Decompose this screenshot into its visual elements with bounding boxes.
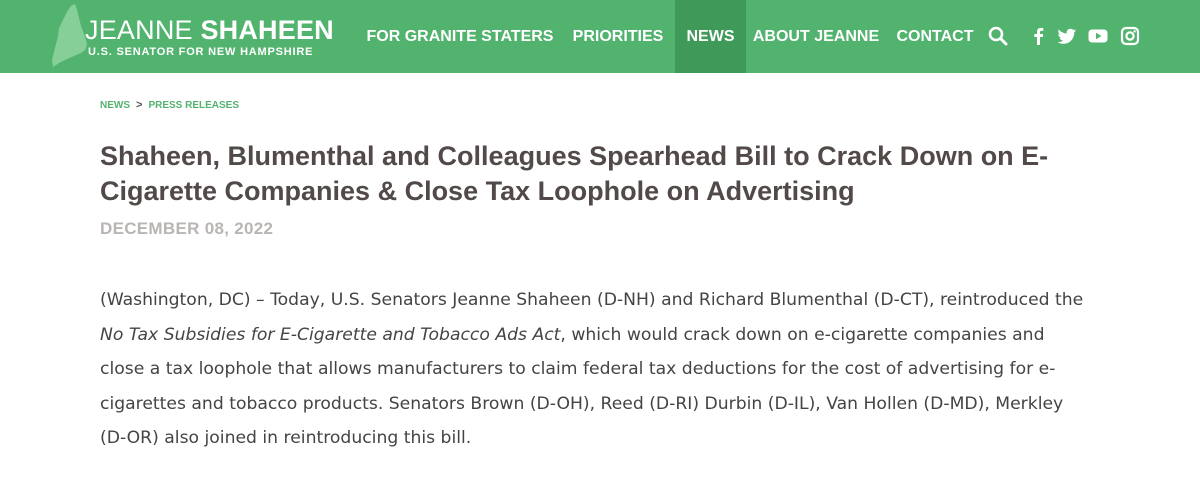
youtube-icon[interactable] bbox=[1088, 26, 1108, 46]
nav-item-about-jeanne[interactable]: ABOUT JEANNE bbox=[748, 0, 884, 73]
article-date: DECEMBER 08, 2022 bbox=[100, 219, 274, 238]
site-name: JEANNE SHAHEEN bbox=[85, 16, 334, 44]
new-hampshire-state-icon bbox=[52, 4, 87, 67]
twitter-icon[interactable] bbox=[1057, 26, 1077, 46]
breadcrumb-link-news[interactable]: NEWS bbox=[100, 100, 130, 111]
article-title: Shaheen, Blumenthal and Colleagues Spear… bbox=[100, 141, 1049, 206]
instagram-icon[interactable] bbox=[1120, 26, 1140, 46]
site-subtitle: U.S. SENATOR FOR NEW HAMPSHIRE bbox=[88, 46, 314, 58]
breadcrumb-separator: > bbox=[136, 99, 143, 111]
breadcrumb-link-press-releases[interactable]: PRESS RELEASES bbox=[148, 100, 239, 111]
site-name-first: JEANNE bbox=[85, 15, 193, 45]
site-header: JEANNE SHAHEEN U.S. SENATOR FOR NEW HAMP… bbox=[0, 0, 1200, 73]
site-logo[interactable]: JEANNE SHAHEEN U.S. SENATOR FOR NEW HAMP… bbox=[50, 4, 334, 70]
article-body-part1: (Washington, DC) – Today, U.S. Senators … bbox=[100, 290, 1084, 310]
nav-item-priorities[interactable]: PRIORITIES bbox=[564, 0, 672, 73]
nav-item-news[interactable]: NEWS bbox=[675, 0, 746, 73]
facebook-icon[interactable] bbox=[1029, 26, 1049, 46]
article-body: (Washington, DC) – Today, U.S. Senators … bbox=[100, 283, 1090, 456]
breadcrumb: NEWS > PRESS RELEASES bbox=[100, 99, 239, 115]
site-name-last: SHAHEEN bbox=[200, 15, 334, 45]
search-icon[interactable] bbox=[988, 26, 1008, 46]
article-body-bill-name: No Tax Subsidies for E-Cigarette and Tob… bbox=[100, 324, 561, 345]
nav-item-for-granite-staters[interactable]: FOR GRANITE STATERS bbox=[360, 0, 560, 73]
nav-item-contact[interactable]: CONTACT bbox=[888, 0, 982, 73]
